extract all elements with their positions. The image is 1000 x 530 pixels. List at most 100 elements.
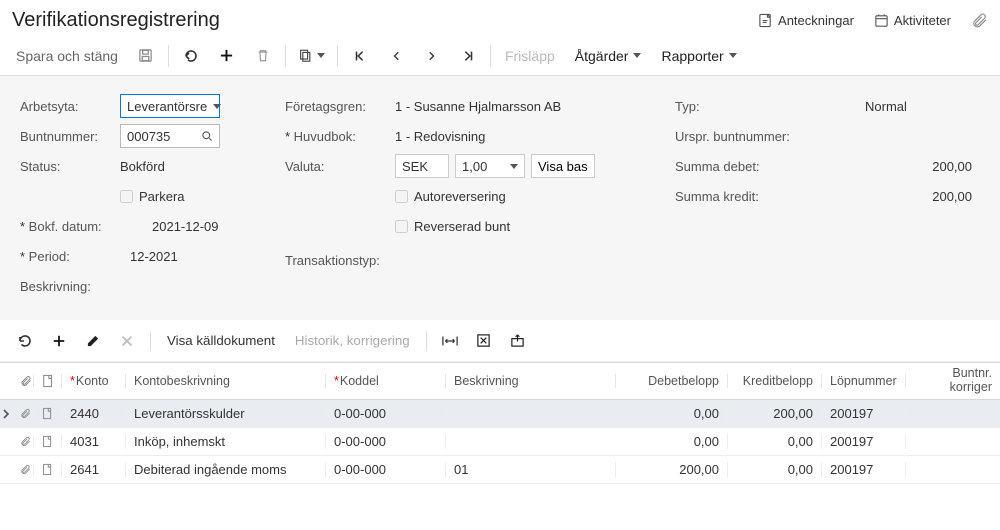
- notes-label: Anteckningar: [778, 13, 854, 28]
- cell-credit[interactable]: 0,00: [728, 434, 822, 449]
- calendar-icon: [874, 13, 889, 28]
- cell-account-desc: Leverantörsskulder: [126, 406, 326, 421]
- account-header[interactable]: Konto: [62, 374, 126, 388]
- account-desc-header[interactable]: Kontobeskrivning: [126, 374, 326, 388]
- grid-delete-row-button: [110, 324, 144, 358]
- cell-credit[interactable]: 200,00: [728, 406, 822, 421]
- post-date-label: Bokf. datum:: [20, 219, 120, 234]
- cell-debit[interactable]: 0,00: [616, 434, 728, 449]
- table-row[interactable]: 4031Inköp, inhemskt0-00-0000,000,0020019…: [0, 428, 1000, 456]
- segment-header[interactable]: Koddel: [326, 374, 446, 388]
- sum-credit-label: Summa kredit:: [675, 189, 815, 204]
- cell-account[interactable]: 2440: [62, 406, 126, 421]
- last-icon: [461, 49, 475, 63]
- separator: [168, 45, 169, 67]
- note-icon: [758, 13, 773, 28]
- table-row[interactable]: 2440Leverantörsskulder0-00-000 0,00200,00…: [0, 400, 1000, 428]
- show-source-button[interactable]: Visa källdokument: [157, 324, 285, 358]
- cell-seq: 200197: [822, 462, 906, 477]
- plus-icon: [219, 48, 234, 63]
- cell-account[interactable]: 4031: [62, 434, 126, 449]
- row-doc-icon[interactable]: [34, 435, 62, 448]
- park-checkbox: [120, 190, 133, 203]
- import-button[interactable]: [501, 324, 535, 358]
- cell-segment[interactable]: 0-00-000: [326, 434, 446, 449]
- show-base-button[interactable]: Visa bas: [531, 154, 595, 178]
- ledger-label: Huvudbok:: [285, 129, 395, 144]
- grid-edit-button[interactable]: [76, 324, 110, 358]
- currency-rate-value: 1,00: [462, 159, 487, 174]
- copy-menu-button[interactable]: [290, 39, 333, 73]
- attach-col-header[interactable]: [12, 375, 34, 387]
- table-row[interactable]: 2641Debiterad ingående moms0-00-00001200…: [0, 456, 1000, 484]
- release-button: Frisläpp: [495, 39, 565, 73]
- currency-code-value: SEK: [402, 159, 428, 174]
- batch-input[interactable]: 000735: [120, 124, 220, 148]
- grid-add-button[interactable]: [42, 324, 76, 358]
- cell-debit[interactable]: 0,00: [616, 406, 728, 421]
- row-attach-icon[interactable]: [12, 408, 34, 419]
- close-icon: [120, 334, 134, 348]
- reports-menu[interactable]: Rapporter: [651, 39, 746, 73]
- currency-rate[interactable]: 1,00: [455, 154, 525, 178]
- workspace-value: Leverantörsre: [127, 99, 207, 114]
- cell-description[interactable]: 01: [446, 462, 616, 477]
- cell-account[interactable]: 2641: [62, 462, 126, 477]
- credit-header[interactable]: Kreditbelopp: [728, 374, 822, 388]
- separator: [426, 331, 427, 351]
- seq-header[interactable]: Löpnummer: [822, 374, 906, 388]
- page-title: Verifikationsregistrering: [12, 9, 758, 32]
- chevron-down-icon: [510, 164, 518, 169]
- pencil-icon: [86, 333, 101, 348]
- fit-columns-button[interactable]: [433, 324, 467, 358]
- type-label: Typ:: [675, 99, 815, 114]
- workspace-select[interactable]: Leverantörsre: [120, 94, 220, 118]
- row-attach-icon[interactable]: [12, 464, 34, 475]
- grid-refresh-button[interactable]: [8, 324, 42, 358]
- current-row-indicator: [0, 400, 12, 428]
- row-doc-icon[interactable]: [34, 407, 62, 420]
- attachments-button[interactable]: [971, 12, 988, 29]
- cell-credit[interactable]: 0,00: [728, 462, 822, 477]
- status-value: Bokförd: [120, 159, 255, 174]
- cell-seq: 200197: [822, 406, 906, 421]
- reversed-batch-checkbox: [395, 220, 408, 233]
- prev-button[interactable]: [378, 39, 414, 73]
- delete-button[interactable]: [245, 39, 281, 73]
- search-icon[interactable]: [195, 130, 213, 142]
- cell-debit[interactable]: 200,00: [616, 462, 728, 477]
- activities-button[interactable]: Aktiviteter: [874, 13, 951, 28]
- undo-icon: [183, 48, 199, 64]
- descr-header[interactable]: Beskrivning: [446, 374, 616, 388]
- orig-batch-label: Urspr. buntnummer:: [675, 129, 815, 144]
- add-button[interactable]: [209, 39, 245, 73]
- debit-header[interactable]: Debetbelopp: [616, 374, 728, 388]
- plus-icon: [52, 334, 66, 348]
- save-close-button[interactable]: Spara och stäng: [6, 39, 128, 73]
- first-icon: [353, 49, 367, 63]
- currency-label: Valuta:: [285, 159, 395, 174]
- undo-button[interactable]: [173, 39, 209, 73]
- sum-credit-value: 200,00: [815, 189, 980, 204]
- notes-button[interactable]: Anteckningar: [758, 13, 854, 28]
- branch-label: Företagsgren:: [285, 99, 395, 114]
- refresh-icon: [17, 333, 33, 349]
- save-button[interactable]: [128, 39, 164, 73]
- import-icon: [510, 333, 525, 348]
- auto-reverse-checkbox: [395, 190, 408, 203]
- period-value: 12-2021: [120, 249, 255, 264]
- next-button[interactable]: [414, 39, 450, 73]
- batch-corr-header[interactable]: Buntnr. korriger: [906, 367, 1000, 395]
- actions-menu[interactable]: Åtgärder: [565, 39, 652, 73]
- batch-value: 000735: [127, 129, 170, 144]
- cell-segment[interactable]: 0-00-000: [326, 406, 446, 421]
- cell-segment[interactable]: 0-00-000: [326, 462, 446, 477]
- export-button[interactable]: [467, 324, 501, 358]
- doc-col-header[interactable]: [34, 374, 62, 388]
- first-button[interactable]: [342, 39, 378, 73]
- row-attach-icon[interactable]: [12, 436, 34, 447]
- row-doc-icon[interactable]: [34, 463, 62, 476]
- details-grid[interactable]: Konto Kontobeskrivning Koddel Beskrivnin…: [0, 362, 1000, 484]
- currency-code[interactable]: SEK: [395, 154, 449, 178]
- last-button[interactable]: [450, 39, 486, 73]
